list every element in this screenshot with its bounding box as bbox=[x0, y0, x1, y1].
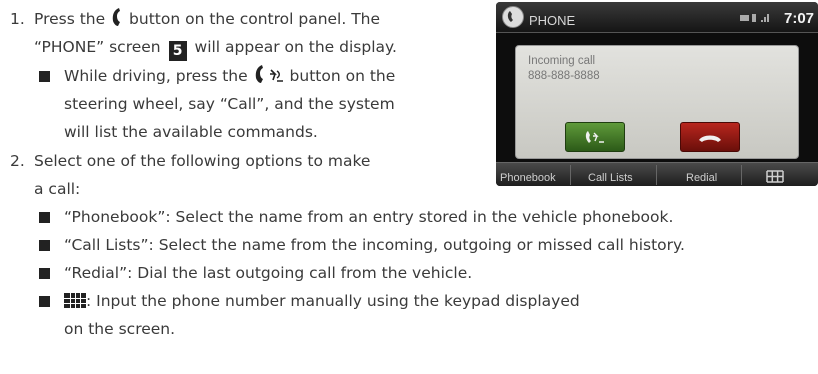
step-1-sub-text-a: While driving, press the bbox=[64, 67, 248, 85]
step-1-text-d: will appear on the display. bbox=[194, 38, 397, 56]
step-1-line-1: Press the button on the control panel. T… bbox=[34, 7, 380, 34]
tab-phonebook[interactable]: Phonebook bbox=[500, 166, 556, 186]
step-1-number: 1. bbox=[10, 10, 25, 28]
decline-call-button[interactable] bbox=[680, 122, 740, 152]
screen-tab-bar: Phonebook Call Lists Redial bbox=[496, 162, 818, 186]
phone-handset-icon bbox=[110, 7, 124, 34]
step-1-text-c: “PHONE” screen bbox=[34, 38, 161, 56]
bullet-square bbox=[39, 296, 50, 307]
tab-redial[interactable]: Redial bbox=[686, 166, 717, 186]
tab-divider bbox=[570, 165, 571, 185]
screen-title: PHONE bbox=[529, 13, 576, 28]
tab-keypad[interactable] bbox=[766, 168, 784, 186]
tab-call-lists[interactable]: Call Lists bbox=[588, 166, 633, 186]
bullet-square bbox=[39, 268, 50, 279]
tab-divider bbox=[656, 165, 657, 185]
incoming-call-label: Incoming call bbox=[528, 55, 596, 67]
step-1-sub-text-b: button on the bbox=[289, 67, 396, 85]
step-1-sub-line-3: will list the available commands. bbox=[64, 123, 318, 141]
keypad-grid-icon bbox=[64, 293, 86, 308]
step-1-text-b: button on the control panel. The bbox=[129, 10, 381, 28]
step-2-number: 2. bbox=[10, 152, 25, 170]
step-1-text-a: Press the bbox=[34, 10, 106, 28]
bullet-square bbox=[39, 240, 50, 251]
step-2-line-2: a call: bbox=[34, 180, 81, 198]
option-keypad-text: : Input the phone number manually using … bbox=[86, 292, 580, 310]
option-phonebook: “Phonebook”: Select the name from an ent… bbox=[64, 208, 674, 226]
phone-voice-icon bbox=[253, 64, 285, 91]
phone-screen-illustration: PHONE 7:07 Incoming call 888-888-8888 Ph… bbox=[496, 2, 818, 186]
incoming-call-dialog: Incoming call 888-888-8888 bbox=[515, 45, 799, 159]
option-call-lists: “Call Lists”: Select the name from the i… bbox=[64, 236, 685, 254]
tab-divider bbox=[741, 165, 742, 185]
option-redial: “Redial”: Dial the last outgoing call fr… bbox=[64, 264, 473, 282]
incoming-call-number: 888-888-8888 bbox=[528, 70, 600, 82]
option-keypad-line-1: : Input the phone number manually using … bbox=[64, 289, 580, 313]
bullet-square bbox=[39, 71, 50, 82]
option-keypad-line-2: on the screen. bbox=[64, 320, 176, 338]
step-1-sub-line-1: While driving, press the button on the bbox=[64, 64, 395, 91]
bullet-square bbox=[39, 212, 50, 223]
screen-clock: 7:07 bbox=[784, 10, 815, 27]
screen-header: PHONE 7:07 bbox=[496, 2, 818, 33]
accept-call-button[interactable] bbox=[565, 122, 625, 152]
phone-logo-icon bbox=[502, 6, 524, 28]
step-2-line-1: Select one of the following options to m… bbox=[34, 152, 371, 170]
screen-reference-badge: 5 bbox=[168, 41, 187, 61]
signal-status-icon bbox=[740, 10, 776, 34]
step-1-sub-line-2: steering wheel, say “Call”, and the syst… bbox=[64, 95, 395, 113]
step-1-line-2: “PHONE” screen 5 will appear on the disp… bbox=[34, 35, 397, 61]
